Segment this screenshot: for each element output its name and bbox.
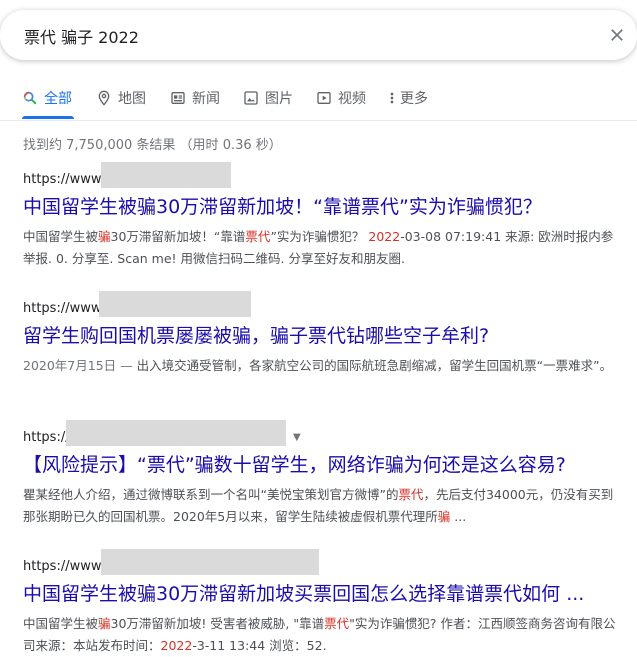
search-result: https://www. 中国留学生被骗30万滞留新加坡！“靠谱票代”实为诈骗惯… <box>23 162 623 270</box>
search-bar[interactable]: 票代 骗子 2022 <box>0 10 637 60</box>
close-icon[interactable] <box>607 25 627 45</box>
tabs-divider <box>0 120 637 121</box>
redacted-block <box>66 420 286 446</box>
result-url[interactable]: https:// ▼ <box>23 420 623 448</box>
url-text: https://www. <box>23 301 105 316</box>
news-icon <box>171 92 185 104</box>
snippet-highlight: 骗 <box>98 616 111 631</box>
tab-news[interactable]: 新闻 <box>170 86 220 110</box>
snippet-highlight: 2022 <box>160 638 193 653</box>
more-vert-icon <box>390 92 394 104</box>
tab-images[interactable]: 图片 <box>243 86 293 110</box>
snippet-highlight: 2022 <box>368 229 401 244</box>
result-title[interactable]: 中国留学生被骗30万滞留新加坡！“靠谱票代”实为诈骗惯犯？ <box>23 194 623 220</box>
result-title[interactable]: 【风险提示】“票代”骗数十留学生，网络诈骗为何还是这么容易? <box>23 452 623 478</box>
search-tabs: 全部 地图 新闻 图片 视频 更多 <box>0 86 637 122</box>
snippet-highlight: 骗 <box>98 229 111 244</box>
snippet-text: ”实为诈骗惯犯？ <box>270 229 369 244</box>
tab-maps[interactable]: 地图 <box>96 86 146 110</box>
result-snippet: 瞿某经他人介绍，通过微博联系到一个名叫“美悦宝策划官方微博”的票代，先后支付34… <box>23 484 623 528</box>
tab-label: 全部 <box>44 91 72 107</box>
result-snippet: 中国留学生被骗30万滞留新加坡！“靠谱票代”实为诈骗惯犯？ 2022-03-08… <box>23 226 623 270</box>
search-input[interactable]: 票代 骗子 2022 <box>24 24 139 48</box>
snippet-highlight: 票代 <box>245 229 271 244</box>
tab-label: 图片 <box>265 91 293 107</box>
result-stats: 找到约 7,750,000 条结果 （用时 0.36 秒） <box>23 138 282 153</box>
snippet-date: 2020年7月15日 — <box>23 358 137 373</box>
result-title[interactable]: 留学生购回国机票屡屡被骗，骗子票代钻哪些空子牟利? <box>23 323 623 349</box>
tab-more[interactable]: 更多 <box>388 86 428 110</box>
snippet-text: 中国留学生被 <box>23 616 99 631</box>
search-result: https://www. 留学生购回国机票屡屡被骗，骗子票代钻哪些空子牟利? 2… <box>23 291 623 377</box>
redacted-block <box>101 162 231 188</box>
result-snippet: 中国留学生被骗30万滞留新加坡! 受害者被威胁, "靠谱票代"实为诈骗惯犯? 作… <box>23 613 623 657</box>
url-text: https:// <box>23 430 70 445</box>
snippet-highlight: 骗 <box>437 509 451 524</box>
result-snippet: 2020年7月15日 — 出入境交通受管制，各家航空公司的国际航班急剧缩减，留学… <box>23 355 623 377</box>
redacted-block <box>101 549 319 575</box>
snippet-text: ... <box>450 509 467 524</box>
result-title[interactable]: 中国留学生被骗30万滞留新加坡买票回国怎么选择靠谱票代如何 ... <box>23 581 623 607</box>
result-url[interactable]: https://www. <box>23 291 623 319</box>
snippet-text: 30万滞留新加坡！“靠谱 <box>110 229 246 244</box>
redacted-block <box>99 291 251 317</box>
tab-label: 更多 <box>400 91 428 107</box>
active-tab-indicator <box>22 116 74 119</box>
search-result: https://www. 中国留学生被骗30万滞留新加坡买票回国怎么选择靠谱票代… <box>23 549 623 657</box>
image-icon <box>244 91 258 105</box>
snippet-text: 瞿某经他人介绍，通过微博联系到一个名叫“美悦宝策划官方微博”的 <box>23 487 399 502</box>
tab-label: 地图 <box>118 91 146 107</box>
snippet-text: 30万滞留新加坡! 受害者被威胁, "靠谱 <box>110 616 325 631</box>
result-url[interactable]: https://www. <box>23 549 623 577</box>
snippet-text: 中国留学生被 <box>23 229 99 244</box>
snippet-highlight: 票代 <box>324 616 350 631</box>
result-url[interactable]: https://www. <box>23 162 623 190</box>
tab-label: 新闻 <box>192 91 220 107</box>
tab-videos[interactable]: 视频 <box>316 86 366 110</box>
search-result: https:// ▼ 【风险提示】“票代”骗数十留学生，网络诈骗为何还是这么容易… <box>23 420 623 528</box>
url-text: https://www. <box>23 559 105 574</box>
snippet-text: 出入境交通受管制，各家航空公司的国际航班急剧缩减，留学生回国机票“一票难求”。 <box>136 358 613 373</box>
snippet-highlight: 票代 <box>398 487 424 502</box>
tab-label: 视频 <box>338 91 366 107</box>
tab-all[interactable]: 全部 <box>22 86 72 110</box>
video-icon <box>317 92 331 104</box>
map-pin-icon <box>98 90 110 106</box>
url-text: https://www. <box>23 172 105 187</box>
snippet-text: -3-11 13:44 浏览：52. <box>192 638 327 653</box>
search-icon <box>23 91 37 105</box>
chevron-down-icon[interactable]: ▼ <box>293 432 301 443</box>
